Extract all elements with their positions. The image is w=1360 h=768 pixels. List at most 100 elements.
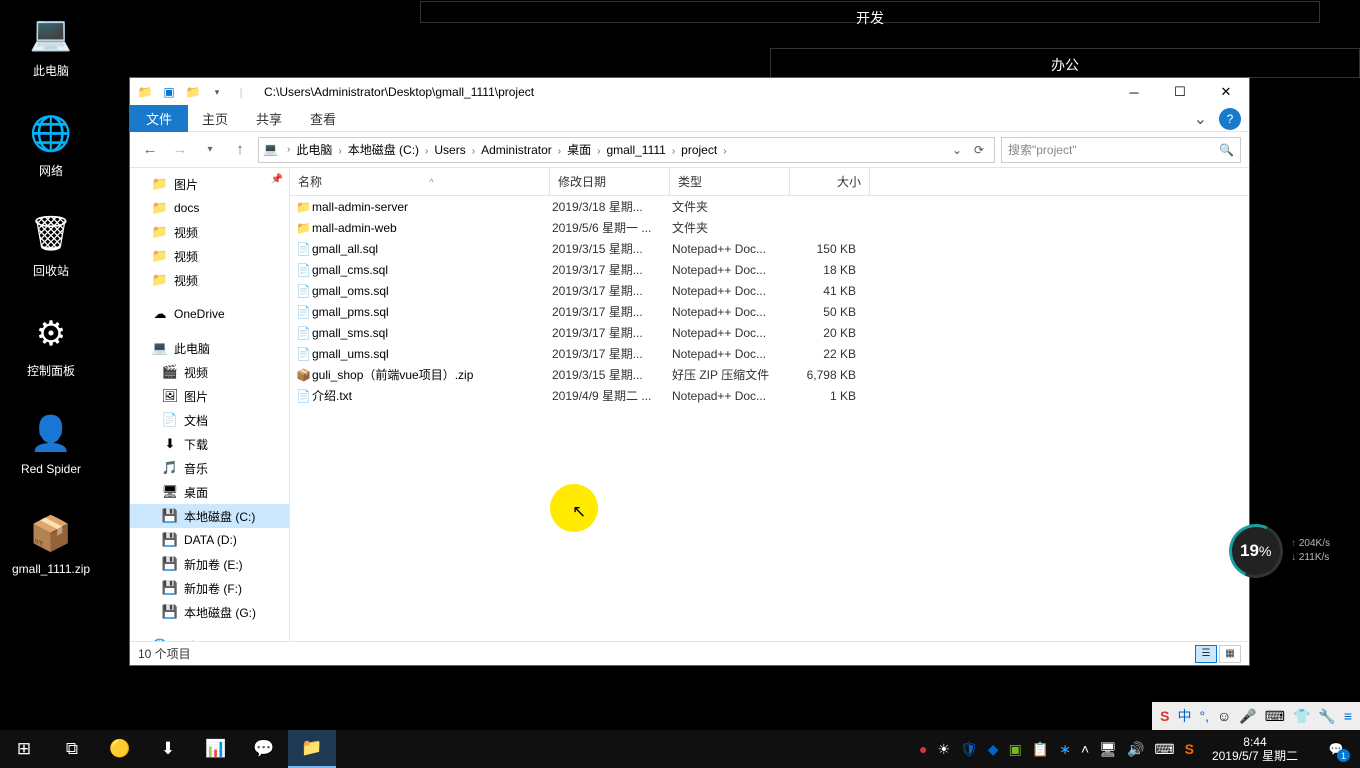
- tray-record-icon[interactable]: ●: [919, 741, 927, 757]
- performance-widget[interactable]: 19% 204K/s 211K/s: [1229, 524, 1330, 578]
- nav-item[interactable]: 🌐网络: [130, 634, 289, 641]
- chevron-right-icon[interactable]: ›: [334, 146, 345, 157]
- titlebar[interactable]: 📁 ▣ 📁 ▾ | C:\Users\Administrator\Desktop…: [130, 78, 1249, 106]
- ribbon-home-tab[interactable]: 主页: [188, 105, 242, 132]
- ime-logo-icon[interactable]: S: [1160, 708, 1169, 724]
- start-button[interactable]: ⊞: [0, 730, 48, 768]
- file-explorer-taskbar-icon[interactable]: 📁: [288, 730, 336, 768]
- minimize-button[interactable]: ─: [1111, 78, 1157, 106]
- nav-item[interactable]: 🎵音乐: [130, 456, 289, 480]
- tray-network-icon[interactable]: 🖥: [1099, 741, 1117, 758]
- file-row[interactable]: 📦guli_shop（前端vue项目）.zip2019/3/15 星期...好压…: [290, 364, 1249, 385]
- clock[interactable]: 8:44 2019/5/7 星期二: [1204, 735, 1306, 763]
- ime-tools-icon[interactable]: 🔧: [1318, 708, 1335, 725]
- desktop-icon-3[interactable]: ⚙控制面板: [12, 310, 90, 379]
- maximize-button[interactable]: ☐: [1157, 78, 1203, 106]
- breadcrumb-segment[interactable]: project: [679, 143, 719, 157]
- breadcrumb-segment[interactable]: 此电脑: [294, 143, 334, 157]
- chevron-right-icon[interactable]: ›: [554, 146, 565, 157]
- chevron-right-icon[interactable]: ›: [421, 146, 432, 157]
- view-details-button[interactable]: ☰: [1195, 645, 1217, 663]
- chevron-right-icon[interactable]: ›: [719, 146, 730, 157]
- breadcrumb-segment[interactable]: 桌面: [565, 143, 593, 157]
- file-row[interactable]: 📁mall-admin-server2019/3/18 星期...文件夹: [290, 196, 1249, 217]
- ribbon-share-tab[interactable]: 共享: [242, 105, 296, 132]
- tray-weather-icon[interactable]: ☀: [937, 741, 950, 758]
- app-icon[interactable]: 📊: [192, 730, 240, 768]
- ime-lang[interactable]: 中: [1178, 706, 1192, 726]
- nav-item[interactable]: 🖼图片: [130, 384, 289, 408]
- nav-back-button[interactable]: ←: [138, 138, 162, 162]
- ime-menu-icon[interactable]: ≡: [1344, 708, 1352, 724]
- taskbar[interactable]: ⊞ ⧉ 🟡 ⬇ 📊 💬 📁 ● ☀ 🛡 ◆ ▣ 📋 ∗ ˄ 🖥 🔊 ⌨ S 8:…: [0, 730, 1360, 768]
- nav-item[interactable]: ☁OneDrive: [130, 302, 289, 326]
- tray-nvidia-icon[interactable]: ▣: [1009, 741, 1022, 758]
- nav-item[interactable]: 💾DATA (D:): [130, 528, 289, 552]
- ime-keyboard-icon[interactable]: ⌨: [1265, 708, 1285, 725]
- tray-shield-icon[interactable]: 🛡: [960, 741, 978, 758]
- file-row[interactable]: 📁mall-admin-web2019/5/6 星期一 ...文件夹: [290, 217, 1249, 238]
- desktop-icon-1[interactable]: 🌐网络: [12, 110, 90, 179]
- overlay-dev-tab[interactable]: 开发: [420, 1, 1320, 23]
- breadcrumb[interactable]: 💻 › 此电脑›本地磁盘 (C:)›Users›Administrator›桌面…: [258, 137, 995, 163]
- breadcrumb-segment[interactable]: Users: [432, 143, 467, 157]
- close-button[interactable]: ✕: [1203, 78, 1249, 106]
- ime-mic-icon[interactable]: 🎤: [1239, 708, 1256, 725]
- file-row[interactable]: 📄介绍.txt2019/4/9 星期二 ...Notepad++ Doc...1…: [290, 385, 1249, 406]
- nav-recent-icon[interactable]: ▾: [198, 138, 222, 162]
- chevron-right-icon[interactable]: ›: [468, 146, 479, 157]
- file-row[interactable]: 📄gmall_oms.sql2019/3/17 星期...Notepad++ D…: [290, 280, 1249, 301]
- file-row[interactable]: 📄gmall_sms.sql2019/3/17 星期...Notepad++ D…: [290, 322, 1249, 343]
- column-headers[interactable]: 名称^ 修改日期 类型 大小: [290, 168, 1249, 196]
- breadcrumb-segment[interactable]: gmall_1111: [604, 143, 667, 157]
- ribbon-collapse-icon[interactable]: ⌄: [1186, 109, 1215, 129]
- tray-todesk-icon[interactable]: 📋: [1032, 741, 1049, 758]
- desktop-icon-4[interactable]: 👤Red Spider: [12, 410, 90, 476]
- chevron-right-icon[interactable]: ›: [283, 144, 294, 155]
- tray-av-icon[interactable]: ◆: [988, 741, 999, 758]
- chevron-right-icon[interactable]: ›: [593, 146, 604, 157]
- desktop-icon-2[interactable]: 🗑回收站: [12, 210, 90, 279]
- ime-punct[interactable]: °,: [1200, 708, 1210, 724]
- search-input[interactable]: 搜索"project" 🔍: [1001, 137, 1241, 163]
- tray-ime-icon[interactable]: ⌨: [1154, 741, 1174, 758]
- qat-dropdown-icon[interactable]: ▾: [208, 83, 226, 101]
- nav-item[interactable]: 🎬视频: [130, 360, 289, 384]
- ribbon-view-tab[interactable]: 查看: [296, 105, 350, 132]
- nav-item[interactable]: 💻此电脑: [130, 336, 289, 360]
- wechat-icon[interactable]: 💬: [240, 730, 288, 768]
- column-type[interactable]: 类型: [670, 168, 790, 195]
- column-date[interactable]: 修改日期: [550, 168, 670, 195]
- qat-properties-icon[interactable]: ▣: [160, 83, 178, 101]
- column-size[interactable]: 大小: [790, 168, 870, 195]
- breadcrumb-segment[interactable]: 本地磁盘 (C:): [346, 143, 421, 157]
- file-row[interactable]: 📄gmall_cms.sql2019/3/17 星期...Notepad++ D…: [290, 259, 1249, 280]
- desktop-icon-0[interactable]: 💻此电脑: [12, 10, 90, 79]
- nav-item[interactable]: 📁视频: [130, 244, 289, 268]
- nav-item[interactable]: 💾新加卷 (F:): [130, 576, 289, 600]
- chrome-icon[interactable]: 🟡: [96, 730, 144, 768]
- nav-item[interactable]: ⬇下载: [130, 432, 289, 456]
- nav-item[interactable]: 📁docs: [130, 196, 289, 220]
- nav-up-button[interactable]: ↑: [228, 138, 252, 162]
- tray-bluetooth-icon[interactable]: ∗: [1059, 741, 1071, 758]
- nav-item[interactable]: 📄文档: [130, 408, 289, 432]
- nav-item[interactable]: 📁视频: [130, 268, 289, 292]
- nav-forward-button[interactable]: →: [168, 138, 192, 162]
- ime-toolbar[interactable]: S 中 °, ☺ 🎤 ⌨ 👕 🔧 ≡: [1152, 702, 1360, 730]
- address-dropdown-icon[interactable]: ⌄: [946, 143, 968, 157]
- notifications-button[interactable]: 💬1: [1316, 730, 1356, 768]
- breadcrumb-segment[interactable]: Administrator: [479, 143, 554, 157]
- nav-item[interactable]: 📁视频: [130, 220, 289, 244]
- tray-overflow-icon[interactable]: ˄: [1081, 741, 1089, 757]
- tray-volume-icon[interactable]: 🔊: [1127, 741, 1144, 758]
- nav-item[interactable]: 💾新加卷 (E:): [130, 552, 289, 576]
- ime-person-icon[interactable]: 👕: [1293, 708, 1310, 725]
- nav-item[interactable]: 💾本地磁盘 (G:): [130, 600, 289, 624]
- navigation-pane[interactable]: 📁图片📁docs📁视频📁视频📁视频📌☁OneDrive💻此电脑🎬视频🖼图片📄文档…: [130, 168, 290, 641]
- jdownloader-icon[interactable]: ⬇: [144, 730, 192, 768]
- ime-emoji-icon[interactable]: ☺: [1217, 708, 1231, 724]
- file-row[interactable]: 📄gmall_all.sql2019/3/15 星期...Notepad++ D…: [290, 238, 1249, 259]
- nav-item[interactable]: 🖥桌面: [130, 480, 289, 504]
- task-view-button[interactable]: ⧉: [48, 730, 96, 768]
